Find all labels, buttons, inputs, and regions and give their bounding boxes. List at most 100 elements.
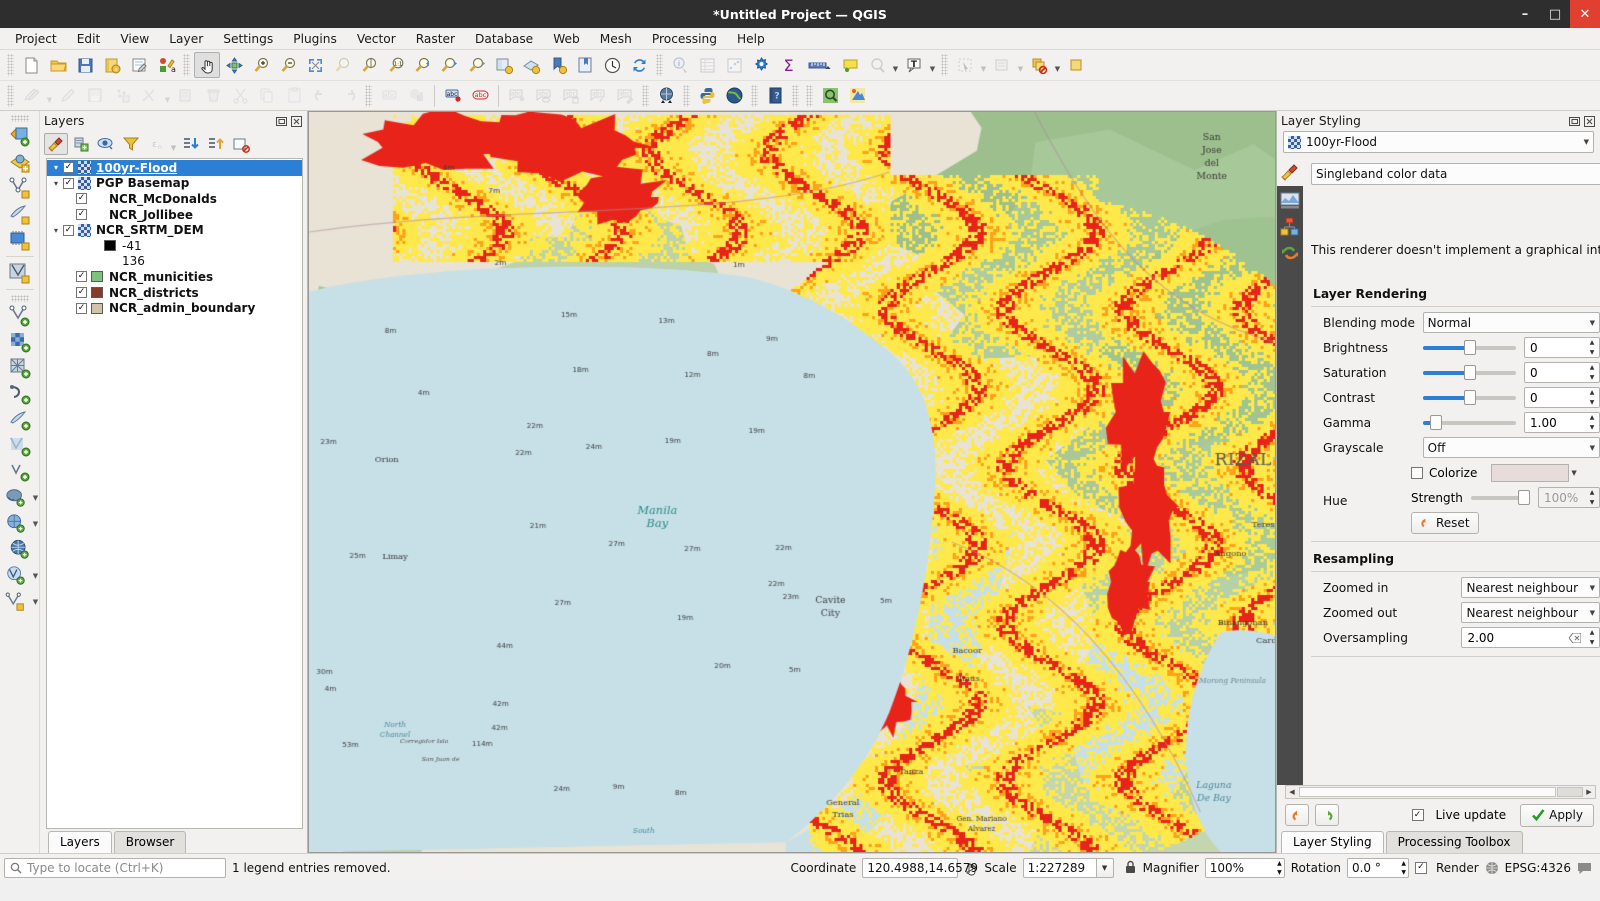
menu-processing[interactable]: Processing [643, 30, 726, 48]
chevron-down-icon[interactable]: ▼ [1586, 609, 1595, 617]
chevron-down-icon[interactable]: ▼ [891, 52, 900, 78]
zoom-to-selection-icon[interactable] [329, 52, 355, 78]
new-postgis-layer-icon[interactable] [7, 459, 33, 485]
layer-tree-item[interactable]: ✓NCR_McDonalds [47, 191, 302, 207]
chevron-down-icon[interactable]: ▼ [1586, 444, 1595, 452]
tab-layer-styling[interactable]: Layer Styling [1281, 831, 1384, 853]
menu-view[interactable]: View [111, 30, 158, 48]
expander-icon[interactable]: ▾ [49, 163, 63, 172]
zoomed-in-combo[interactable]: Nearest neighbour ▼ [1461, 577, 1600, 598]
remove-layer-icon[interactable] [229, 133, 253, 155]
undock-icon[interactable] [1568, 115, 1581, 128]
manage-map-themes-icon[interactable] [94, 133, 118, 155]
chevron-down-icon[interactable]: ▼ [32, 598, 40, 606]
locator-bar[interactable]: Type to locate (Ctrl+K) [4, 858, 226, 878]
plugins-icon[interactable] [844, 83, 870, 109]
menu-web[interactable]: Web [544, 30, 589, 48]
change-label-icon[interactable]: abc [585, 83, 611, 109]
layer-tree-item[interactable]: ▾✓100yr-Flood [47, 160, 302, 176]
close-icon[interactable] [1583, 115, 1596, 128]
saturation-slider[interactable] [1423, 364, 1516, 382]
chevron-down-icon[interactable]: ▼ [1016, 52, 1025, 78]
statistical-summary-icon[interactable] [721, 52, 747, 78]
change-label-properties-icon[interactable]: abc [612, 83, 638, 109]
filter-legend-expression-icon[interactable]: εn [144, 133, 168, 155]
grayscale-combo[interactable]: Off ▼ [1423, 437, 1600, 458]
options-icon[interactable] [748, 52, 774, 78]
open-project-icon[interactable] [45, 52, 71, 78]
filter-legend-icon[interactable] [119, 133, 143, 155]
expander-icon[interactable]: ▾ [49, 179, 63, 188]
layer-tree-item[interactable]: ✓NCR_admin_boundary [47, 300, 302, 316]
gamma-slider[interactable] [1423, 414, 1516, 432]
brightness-slider[interactable] [1423, 339, 1516, 357]
paste-features-icon[interactable] [281, 83, 307, 109]
toolbar-grip[interactable] [642, 85, 649, 107]
undo-icon[interactable] [308, 83, 334, 109]
add-mesh-layer-icon[interactable] [7, 149, 33, 175]
new-delimited-text-icon[interactable] [7, 407, 33, 433]
layer-tree-item[interactable]: ▾✓NCR_SRTM_DEM [47, 222, 302, 238]
save-layer-edits-icon[interactable] [82, 83, 108, 109]
add-wms-layer-icon[interactable] [3, 511, 29, 537]
toolbar-grip[interactable] [806, 85, 813, 107]
stepper-down-icon[interactable]: ▼ [1586, 638, 1598, 647]
colorize-checkbox[interactable] [1411, 467, 1423, 479]
coordinate-field[interactable]: 120.4988,14.6579 [862, 858, 958, 878]
toolbar-grip[interactable] [656, 54, 663, 76]
toolbar-grip[interactable] [7, 85, 14, 107]
scale-field[interactable]: 1:227289 [1023, 858, 1097, 878]
save-project-icon[interactable] [72, 52, 98, 78]
map-canvas[interactable] [308, 111, 1276, 853]
layer-selector-combo[interactable]: 100yr-Flood ▼ [1283, 131, 1594, 153]
hide-all-layers-icon[interactable] [1026, 52, 1052, 78]
chevron-down-icon[interactable]: ▼ [163, 83, 172, 109]
toolbar-grip[interactable] [941, 54, 948, 76]
redo-icon[interactable] [1315, 804, 1339, 826]
reset-button[interactable]: Reset [1411, 512, 1479, 534]
stepper-down-icon[interactable]: ▼ [1586, 398, 1598, 407]
add-vector-layer-icon[interactable] [7, 175, 33, 201]
chevron-down-icon[interactable]: ▼ [169, 131, 178, 157]
layer-tree-item[interactable]: 136 [47, 254, 302, 270]
chevron-down-icon[interactable]: ▼ [32, 520, 40, 528]
new-print-layout-icon[interactable] [126, 52, 152, 78]
strength-slider[interactable] [1471, 489, 1530, 507]
layer-tree-item[interactable]: ✓NCR_Jollibee [47, 207, 302, 223]
layer-visibility-checkbox[interactable]: ✓ [63, 178, 74, 189]
toolbar-grip[interactable] [7, 54, 14, 76]
zoom-next-icon[interactable] [437, 52, 463, 78]
add-delimited-text-layer-icon[interactable] [7, 201, 33, 227]
stepper-up-icon[interactable]: ▲ [1401, 859, 1406, 868]
lock-icon[interactable] [1120, 860, 1137, 875]
deselect-icon[interactable] [989, 52, 1015, 78]
new-map-view-icon[interactable] [491, 52, 517, 78]
add-wfs-layer-icon[interactable] [7, 537, 33, 563]
chevron-down-icon[interactable]: ▼ [1053, 52, 1062, 78]
rotation-field[interactable]: 0.0 ° ▲ ▼ [1347, 858, 1409, 878]
stepper-down-icon[interactable]: ▼ [1586, 498, 1598, 507]
chevron-down-icon[interactable]: ▼ [32, 494, 40, 502]
pan-to-selection-icon[interactable] [221, 52, 247, 78]
labels-icon[interactable] [1279, 215, 1301, 239]
stepper-down-icon[interactable]: ▼ [1277, 868, 1282, 877]
sum-icon[interactable]: Σ [775, 52, 801, 78]
cut-features-icon[interactable] [227, 83, 253, 109]
menu-edit[interactable]: Edit [68, 30, 110, 48]
new-bookmark-icon[interactable] [545, 52, 571, 78]
undo-icon[interactable] [1285, 804, 1309, 826]
new-3d-map-view-icon[interactable] [518, 52, 544, 78]
layer-tree-item[interactable]: ✓NCR_municities [47, 269, 302, 285]
temporal-controller-icon[interactable] [599, 52, 625, 78]
close-icon[interactable] [290, 115, 303, 128]
zoomed-out-combo[interactable]: Nearest neighbour ▼ [1461, 602, 1600, 623]
show-all-layers-icon[interactable] [1063, 52, 1089, 78]
stepper-up-icon[interactable]: ▲ [1586, 363, 1598, 372]
menu-settings[interactable]: Settings [214, 30, 282, 48]
messages-icon[interactable] [1577, 861, 1596, 875]
maximize-button[interactable]: □ [1540, 0, 1570, 28]
toolbar-grip[interactable] [683, 85, 690, 107]
add-raster-layer-icon[interactable] [7, 123, 33, 149]
chevron-down-icon[interactable]: ▼ [1586, 584, 1595, 592]
oversampling-spinbox[interactable]: 2.00 ▲▼ [1461, 627, 1600, 648]
